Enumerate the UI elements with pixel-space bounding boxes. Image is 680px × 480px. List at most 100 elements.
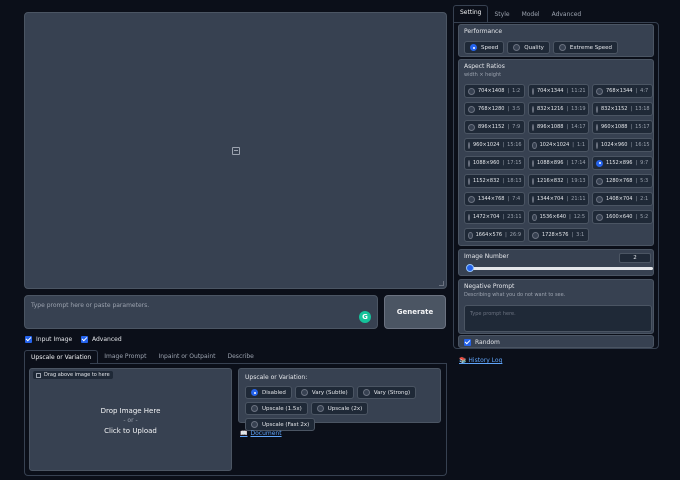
checkbox-icon (464, 339, 471, 346)
aspect-ratio-option[interactable]: 960×1024 | 15:16 (464, 138, 525, 152)
aspect-ratio-option[interactable]: 1088×960 | 17:15 (464, 156, 525, 170)
aspect-ratio-label: 1:1 (576, 142, 585, 148)
tab-advanced[interactable]: Advanced (546, 8, 588, 22)
aspect-ratio-option[interactable]: 1152×896 | 9:7 (592, 156, 653, 170)
performance-title: Performance (464, 28, 503, 35)
aspect-ratio-option[interactable]: 832×1216 | 13:19 (528, 102, 589, 116)
tab-setting[interactable]: Setting (453, 5, 489, 22)
aspect-ratio-option[interactable]: 832×1152 | 13:18 (592, 102, 653, 116)
image-number-input[interactable]: 2 (619, 253, 651, 263)
radio-vary-subtle[interactable]: Vary (Subtle) (294, 386, 354, 399)
radio-label: Disabled (262, 389, 286, 396)
book-icon: 📖 (240, 430, 248, 437)
image-number-slider[interactable] (466, 264, 653, 272)
aspect-ratio-option[interactable]: 1408×704 | 2:1 (592, 192, 653, 206)
aspect-size-label: 896×1152 (478, 124, 505, 130)
tab-inpaint-outpaint[interactable]: Inpaint or Outpaint (152, 350, 221, 364)
radio-icon (316, 405, 324, 412)
aspect-ratio-label: 23:11 (507, 214, 522, 220)
aspect-size-label: 832×1216 (537, 106, 564, 112)
radio-upscale-2x[interactable]: Upscale (2x) (310, 402, 369, 415)
grammarly-icon[interactable]: G (359, 311, 371, 323)
radio-disabled[interactable]: Disabled (245, 386, 292, 399)
generate-button[interactable]: Generate (384, 295, 446, 329)
aspect-separator: | (566, 178, 569, 184)
aspect-ratio-option[interactable]: 1216×832 | 19:13 (528, 174, 589, 188)
prompt-input[interactable]: Type prompt here or paste parameters. G (24, 295, 378, 329)
aspect-ratio-option[interactable]: 1024×1024 | 1:1 (528, 138, 589, 152)
radio-icon (532, 123, 534, 131)
radio-icon (468, 213, 470, 221)
radio-selected-icon (470, 44, 477, 51)
aspect-ratio-option[interactable]: 1088×896 | 17:14 (528, 156, 589, 170)
aspect-separator: | (507, 124, 510, 130)
random-checkbox[interactable]: Random (464, 339, 500, 346)
aspect-ratio-option[interactable]: 704×1408 | 1:2 (464, 84, 525, 98)
aspect-ratio-option[interactable]: 1344×768 | 7:4 (464, 192, 525, 206)
aspect-ratio-label: 7:9 (512, 124, 521, 130)
radio-quality[interactable]: Quality (507, 41, 550, 54)
slider-thumb[interactable] (466, 264, 474, 272)
radio-label: Extreme Speed (569, 44, 613, 51)
aspect-size-label: 1024×1024 (539, 142, 570, 148)
aspect-separator: | (630, 124, 633, 130)
aspect-separator: | (566, 160, 569, 166)
image-upload-dropzone[interactable]: Drag above image to here Drop Image Here… (29, 368, 232, 471)
tab-describe[interactable]: Describe (222, 350, 260, 364)
tab-model[interactable]: Model (516, 8, 546, 22)
aspect-ratio-label: 12:5 (573, 214, 585, 220)
aspect-separator: | (502, 160, 505, 166)
aspect-separator: | (630, 142, 633, 148)
aspect-separator: | (566, 88, 569, 94)
aspect-ratio-option[interactable]: 1664×576 | 26:9 (464, 228, 525, 242)
aspect-size-label: 1088×896 (537, 160, 564, 166)
tab-image-prompt[interactable]: Image Prompt (98, 350, 152, 364)
aspect-size-label: 1664×576 (475, 232, 503, 238)
aspect-ratios-subtitle: width × height (464, 72, 502, 78)
aspect-ratio-option[interactable]: 1728×576 | 3:1 (528, 228, 589, 242)
history-log-link[interactable]: 📚 History Log (459, 357, 502, 364)
aspect-size-label: 768×1280 (478, 106, 505, 112)
aspect-ratio-option[interactable]: 1024×960 | 16:15 (592, 138, 653, 152)
aspect-ratio-option[interactable]: 896×1088 | 14:17 (528, 120, 589, 134)
radio-icon (468, 195, 475, 203)
radio-label: Upscale (Fast 2x) (262, 421, 310, 428)
tab-style[interactable]: Style (488, 8, 515, 22)
aspect-ratio-label: 3:5 (512, 106, 521, 112)
advanced-checkbox[interactable]: Advanced (81, 336, 122, 343)
aspect-ratio-label: 9:7 (640, 160, 649, 166)
aspect-size-label: 1600×640 (606, 214, 633, 220)
input-image-checkbox[interactable]: Input Image (25, 336, 72, 343)
aspect-ratio-option[interactable]: 1472×704 | 23:11 (464, 210, 525, 224)
aspect-ratio-option[interactable]: 896×1152 | 7:9 (464, 120, 525, 134)
aspect-ratio-option[interactable]: 960×1088 | 15:17 (592, 120, 653, 134)
aspect-separator: | (572, 142, 574, 148)
aspect-size-label: 1728×576 (542, 232, 569, 238)
resize-handle[interactable] (439, 281, 444, 286)
aspect-ratio-option[interactable]: 1152×832 | 18:13 (464, 174, 525, 188)
radio-label: Upscale (2x) (327, 405, 363, 412)
aspect-ratio-option[interactable]: 768×1280 | 3:5 (464, 102, 525, 116)
radio-icon (468, 177, 470, 185)
radio-icon (251, 405, 258, 412)
aspect-ratio-option[interactable]: 704×1344 | 11:21 (528, 84, 589, 98)
negative-prompt-input[interactable]: Type prompt here. (464, 305, 652, 332)
drag-hint-text: Drag above image to here (44, 372, 110, 378)
aspect-ratio-label: 14:17 (571, 124, 586, 130)
radio-vary-strong[interactable]: Vary (Strong) (356, 386, 417, 399)
aspect-ratio-option[interactable]: 1280×768 | 5:3 (592, 174, 653, 188)
aspect-ratio-option[interactable]: 1600×640 | 5:2 (592, 210, 653, 224)
aspect-ratio-option[interactable]: 768×1344 | 4:7 (592, 84, 653, 98)
radio-speed[interactable]: Speed (464, 41, 505, 54)
aspect-ratio-option[interactable]: 1344×704 | 21:11 (528, 192, 589, 206)
radio-extreme-speed[interactable]: Extreme Speed (552, 41, 619, 54)
aspect-ratio-option[interactable]: 1536×640 | 12:5 (528, 210, 589, 224)
tab-upscale-variation[interactable]: Upscale or Variation (24, 350, 99, 364)
history-link-text: History Log (468, 357, 503, 364)
aspect-ratio-label: 13:19 (571, 106, 586, 112)
radio-selected-icon (251, 389, 258, 396)
aspect-size-label: 1088×960 (473, 160, 500, 166)
radio-upscale-1-5x[interactable]: Upscale (1.5x) (245, 402, 308, 415)
aspect-size-label: 1408×704 (606, 196, 633, 202)
document-link[interactable]: 📖 Document (240, 430, 282, 437)
